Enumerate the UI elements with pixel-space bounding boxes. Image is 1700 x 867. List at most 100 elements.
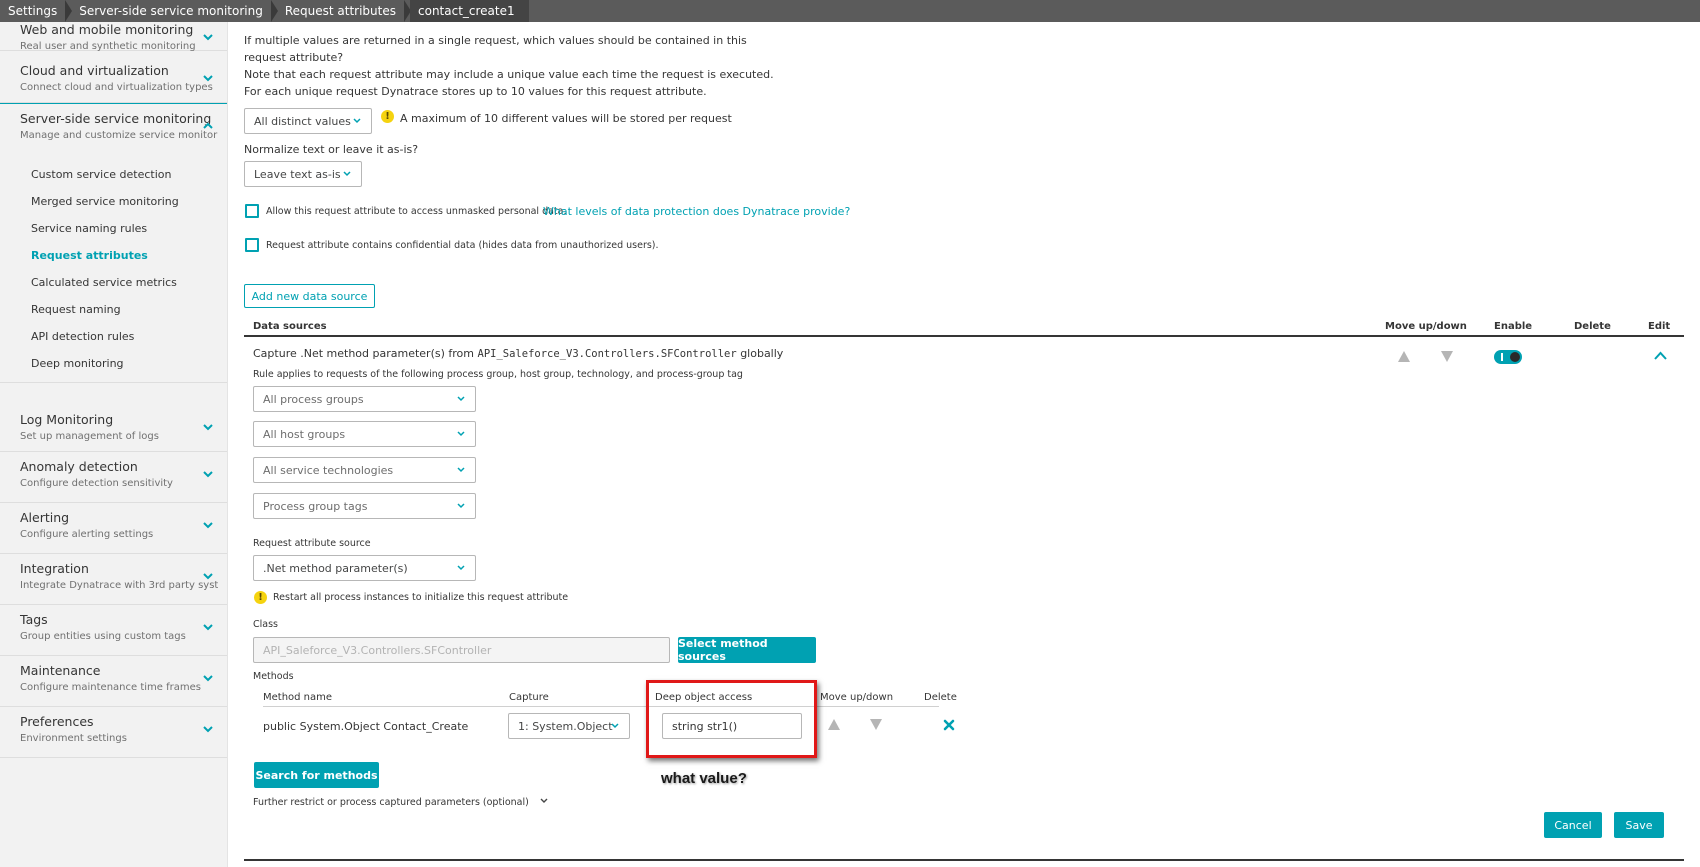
- chevron-up-icon[interactable]: [202, 120, 214, 132]
- sidebar-item-request-naming[interactable]: Request naming: [31, 303, 121, 316]
- normalize-label: Normalize text or leave it as-is?: [244, 143, 419, 156]
- rule-label: Rule applies to requests of the followin…: [253, 369, 743, 380]
- section-title: Tags: [20, 612, 48, 627]
- main-content: If multiple values are returned in a sin…: [228, 22, 1700, 867]
- search-for-methods-button[interactable]: Search for methods: [254, 762, 379, 788]
- data-source-row: Capture .Net method parameter(s) from AP…: [253, 347, 783, 360]
- sidebar-section-integration[interactable]: Integration Integrate Dynatrace with 3rd…: [0, 554, 227, 605]
- chevron-down-icon[interactable]: [202, 72, 214, 84]
- section-title: Integration: [20, 561, 89, 576]
- section-subtitle: Integrate Dynatrace with 3rd party syste…: [20, 580, 218, 591]
- process-groups-value: All process groups: [263, 392, 364, 406]
- breadcrumb-server-side[interactable]: Server-side service monitoring: [71, 0, 278, 22]
- confidential-label: Request attribute contains confidential …: [266, 240, 659, 251]
- class-label: Class: [253, 619, 278, 630]
- chevron-up-icon[interactable]: [1654, 351, 1667, 361]
- chevron-down-icon[interactable]: [202, 421, 214, 433]
- further-restrict-label: Further restrict or process captured par…: [253, 797, 529, 808]
- sidebar-section-tags[interactable]: Tags Group entities using custom tags: [0, 605, 227, 656]
- sidebar-section-anomaly-detection[interactable]: Anomaly detection Configure detection se…: [0, 452, 227, 503]
- enable-toggle[interactable]: [1494, 350, 1522, 364]
- sidebar-section-web-mobile[interactable]: Web and mobile monitoring Real user and …: [0, 22, 227, 52]
- chevron-down-icon[interactable]: [202, 723, 214, 735]
- move-down-icon[interactable]: [1441, 351, 1453, 362]
- chevron-down-icon: [353, 118, 361, 124]
- section-title: Log Monitoring: [20, 412, 114, 427]
- chevron-down-icon[interactable]: [202, 570, 214, 582]
- intro-line-3: Note that each request attribute may inc…: [244, 68, 774, 81]
- table-header-rule: [244, 335, 1684, 337]
- method-move-down-icon[interactable]: [870, 719, 882, 730]
- process-groups-select[interactable]: All process groups: [253, 386, 476, 412]
- data-sources-header: Data sources: [253, 321, 327, 332]
- sidebar-item-service-naming-rules[interactable]: Service naming rules: [31, 222, 147, 235]
- cancel-button[interactable]: Cancel: [1544, 812, 1602, 838]
- chevron-down-icon[interactable]: [202, 672, 214, 684]
- section-title: Preferences: [20, 714, 94, 729]
- method-name-header: Method name: [263, 692, 333, 703]
- sidebar-section-server-side[interactable]: Server-side service monitoring Manage an…: [0, 103, 227, 383]
- sidebar-item-deep-monitoring[interactable]: Deep monitoring: [31, 357, 124, 370]
- sidebar-section-log-monitoring[interactable]: Log Monitoring Set up management of logs: [0, 405, 227, 452]
- values-select[interactable]: All distinct values: [244, 108, 372, 134]
- section-title: Maintenance: [20, 663, 101, 678]
- data-protection-link[interactable]: What levels of data protection does Dyna…: [543, 205, 850, 218]
- section-subtitle: Real user and synthetic monitoring: [20, 41, 196, 52]
- normalize-select-value: Leave text as-is: [254, 167, 341, 181]
- sidebar-item-calculated-service-metrics[interactable]: Calculated service metrics: [31, 276, 177, 289]
- values-select-value: All distinct values: [254, 114, 351, 128]
- data-source-suffix: globally: [740, 347, 784, 360]
- host-groups-value: All host groups: [263, 427, 346, 441]
- attribute-source-select[interactable]: .Net method parameter(s): [253, 555, 476, 581]
- edit-header: Edit: [1648, 321, 1671, 332]
- add-data-source-button[interactable]: Add new data source: [244, 284, 375, 308]
- process-group-tags-select[interactable]: Process group tags: [253, 493, 476, 519]
- service-technologies-select[interactable]: All service technologies: [253, 457, 476, 483]
- chevron-down-icon: [457, 565, 465, 571]
- sidebar-item-merged-service-monitoring[interactable]: Merged service monitoring: [31, 195, 179, 208]
- methods-header-rule: [263, 706, 939, 707]
- method-move-up-icon[interactable]: [828, 719, 840, 730]
- chevron-down-icon: [611, 723, 619, 729]
- section-subtitle: Configure detection sensitivity: [20, 478, 173, 489]
- sidebar-item-custom-service-detection[interactable]: Custom service detection: [31, 168, 172, 181]
- breadcrumb-request-attributes[interactable]: Request attributes: [277, 0, 412, 22]
- chevron-down-icon: [457, 503, 465, 509]
- chevron-down-icon[interactable]: [202, 31, 214, 43]
- move-up-icon[interactable]: [1398, 351, 1410, 362]
- sidebar-section-cloud[interactable]: Cloud and virtualization Connect cloud a…: [0, 56, 227, 103]
- section-title: Alerting: [20, 510, 70, 525]
- personal-data-label: Allow this request attribute to access u…: [266, 206, 567, 217]
- chevron-down-icon[interactable]: [202, 468, 214, 480]
- capture-select[interactable]: 1: System.Object: [508, 713, 630, 739]
- host-groups-select[interactable]: All host groups: [253, 421, 476, 447]
- section-title: Anomaly detection: [20, 459, 138, 474]
- sidebar-item-api-detection-rules[interactable]: API detection rules: [31, 330, 134, 343]
- chevron-down-icon: [457, 396, 465, 402]
- sidebar-section-maintenance[interactable]: Maintenance Configure maintenance time f…: [0, 656, 227, 707]
- sidebar-section-preferences[interactable]: Preferences Environment settings: [0, 707, 227, 758]
- further-restrict-toggle[interactable]: Further restrict or process captured par…: [253, 797, 548, 808]
- normalize-select[interactable]: Leave text as-is: [244, 161, 362, 187]
- confidential-checkbox[interactable]: [245, 238, 259, 252]
- save-button[interactable]: Save: [1614, 812, 1664, 838]
- select-method-sources-button[interactable]: Select method sources: [678, 637, 816, 663]
- enable-header: Enable: [1494, 321, 1533, 332]
- chevron-down-icon[interactable]: [202, 621, 214, 633]
- section-subtitle: Environment settings: [20, 733, 127, 744]
- sidebar-item-request-attributes[interactable]: Request attributes: [31, 249, 148, 262]
- sidebar-section-alerting[interactable]: Alerting Configure alerting settings: [0, 503, 227, 554]
- class-input: API_Saleforce_V3.Controllers.SFControlle…: [253, 637, 670, 663]
- delete-icon[interactable]: [943, 719, 955, 731]
- method-row-name: public System.Object Contact_Create: [263, 720, 469, 733]
- capture-select-value: 1: System.Object: [518, 719, 613, 733]
- settings-sidebar: Web and mobile monitoring Real user and …: [0, 22, 228, 867]
- info-icon: !: [381, 110, 394, 123]
- chevron-down-icon[interactable]: [202, 519, 214, 531]
- breadcrumb-current: contact_create1: [410, 0, 529, 22]
- breadcrumb-settings[interactable]: Settings: [0, 0, 73, 22]
- personal-data-checkbox[interactable]: [245, 204, 259, 218]
- chevron-down-icon: [457, 431, 465, 437]
- intro-line-1: If multiple values are returned in a sin…: [244, 34, 747, 47]
- section-title: Web and mobile monitoring: [20, 22, 194, 37]
